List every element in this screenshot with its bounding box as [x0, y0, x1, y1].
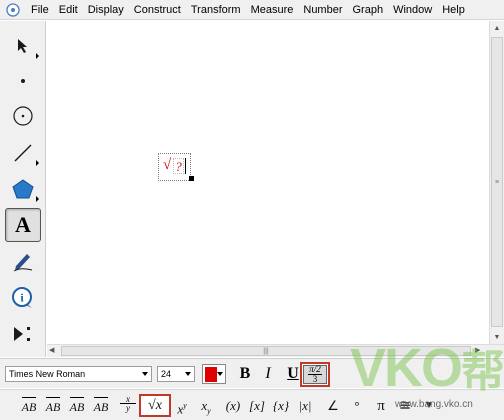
scroll-up-icon[interactable]: ▲	[490, 21, 504, 35]
submenu-triangle-icon	[36, 53, 39, 59]
scroll-right-icon[interactable]: ▶	[475, 345, 480, 357]
fraction-button[interactable]: x y	[120, 395, 136, 413]
math-notation-toolbar: AB AB AB AB x y √x xy xy (x) [x] {x} |x|…	[0, 389, 504, 420]
polygon-tool[interactable]	[5, 172, 41, 206]
menu-help[interactable]: Help	[437, 0, 470, 20]
chevron-down-icon	[142, 372, 148, 376]
ray-notation-button[interactable]: AB	[42, 397, 64, 415]
submenu-triangle-icon	[36, 160, 39, 166]
radical-sign: √	[163, 157, 172, 173]
menu-number[interactable]: Number	[298, 0, 347, 20]
point-icon	[21, 79, 25, 83]
arrow-select-tool[interactable]	[5, 29, 41, 63]
menu-transform[interactable]: Transform	[186, 0, 246, 20]
braces-button[interactable]: {x}	[270, 397, 292, 415]
absolute-value-button[interactable]: |x|	[294, 397, 316, 415]
chevron-down-icon	[185, 372, 191, 376]
information-tool[interactable]: i	[5, 281, 41, 315]
text-format-toolbar: Times New Roman 24 B I U π/2 3	[0, 358, 504, 388]
text-a-icon: A	[15, 212, 31, 237]
font-size-select[interactable]: 24	[157, 366, 195, 382]
math-text-object[interactable]: √ ?	[158, 153, 194, 181]
horizontal-scroll-thumb[interactable]: |||	[61, 346, 471, 356]
italic-button[interactable]: I	[258, 365, 278, 383]
menu-bar: File Edit Display Construct Transform Me…	[0, 0, 504, 20]
math-format-icon: π/2 3	[303, 365, 327, 384]
text-tool[interactable]: A	[5, 208, 41, 242]
text-caret	[185, 158, 186, 174]
vertical-scrollbar[interactable]: ▲ ≡ ▼	[489, 21, 504, 344]
menu-display[interactable]: Display	[83, 0, 129, 20]
menu-edit[interactable]: Edit	[54, 0, 83, 20]
scroll-left-icon[interactable]: ◀	[49, 345, 54, 357]
bold-button[interactable]: B	[235, 365, 255, 383]
radicand-placeholder[interactable]: ?	[173, 158, 184, 174]
menu-window[interactable]: Window	[388, 0, 437, 20]
pentagon-icon	[12, 179, 34, 199]
menu-measure[interactable]: Measure	[246, 0, 299, 20]
congruent-button[interactable]: ≅	[396, 397, 414, 415]
toolbox: A i	[0, 21, 46, 357]
submenu-triangle-icon	[36, 196, 39, 202]
straightedge-tool[interactable]	[5, 136, 41, 170]
square-root-button[interactable]: √x	[139, 394, 171, 417]
marker-tool[interactable]	[5, 244, 41, 278]
menu-graph[interactable]: Graph	[348, 0, 389, 20]
degree-button[interactable]: °	[348, 397, 366, 415]
pi-button[interactable]: π	[372, 397, 390, 415]
sketch-canvas[interactable]	[47, 21, 489, 344]
arrow-icon	[18, 39, 27, 53]
more-symbols-button[interactable]: ▼	[420, 397, 438, 415]
custom-tool-icon	[14, 327, 30, 341]
scroll-down-icon[interactable]: ▼	[490, 330, 504, 344]
point-tool[interactable]	[5, 64, 41, 98]
resize-handle[interactable]	[189, 176, 194, 181]
superscript-button[interactable]: xy	[172, 397, 192, 416]
custom-tool[interactable]	[5, 317, 41, 351]
font-family-value: Times New Roman	[9, 369, 86, 379]
font-size-value: 24	[161, 369, 172, 379]
menu-construct[interactable]: Construct	[129, 0, 186, 20]
app-icon[interactable]	[6, 2, 20, 17]
brackets-button[interactable]: [x]	[246, 397, 268, 415]
horizontal-scrollbar[interactable]: ◀ ||| ▶	[47, 344, 504, 357]
subscript-button[interactable]: xy	[196, 397, 216, 416]
circle-icon	[13, 106, 33, 126]
font-family-select[interactable]: Times New Roman	[5, 366, 152, 382]
info-icon: i	[12, 287, 32, 308]
compass-tool[interactable]	[5, 99, 41, 133]
math-format-button[interactable]: π/2 3	[300, 362, 330, 387]
angle-button[interactable]: ∠	[324, 397, 342, 415]
arc-notation-button[interactable]: AB	[90, 397, 112, 415]
parentheses-button[interactable]: (x)	[222, 397, 244, 415]
vertical-scroll-thumb[interactable]: ≡	[491, 37, 503, 327]
menu-file[interactable]: File	[26, 0, 54, 20]
pen-icon	[13, 254, 33, 272]
text-color-button[interactable]	[202, 364, 226, 384]
line-segment-icon	[14, 144, 32, 162]
line-notation-button[interactable]: AB	[66, 397, 88, 415]
chevron-down-icon	[217, 372, 223, 376]
color-swatch	[205, 367, 217, 382]
segment-notation-button[interactable]: AB	[18, 397, 40, 415]
